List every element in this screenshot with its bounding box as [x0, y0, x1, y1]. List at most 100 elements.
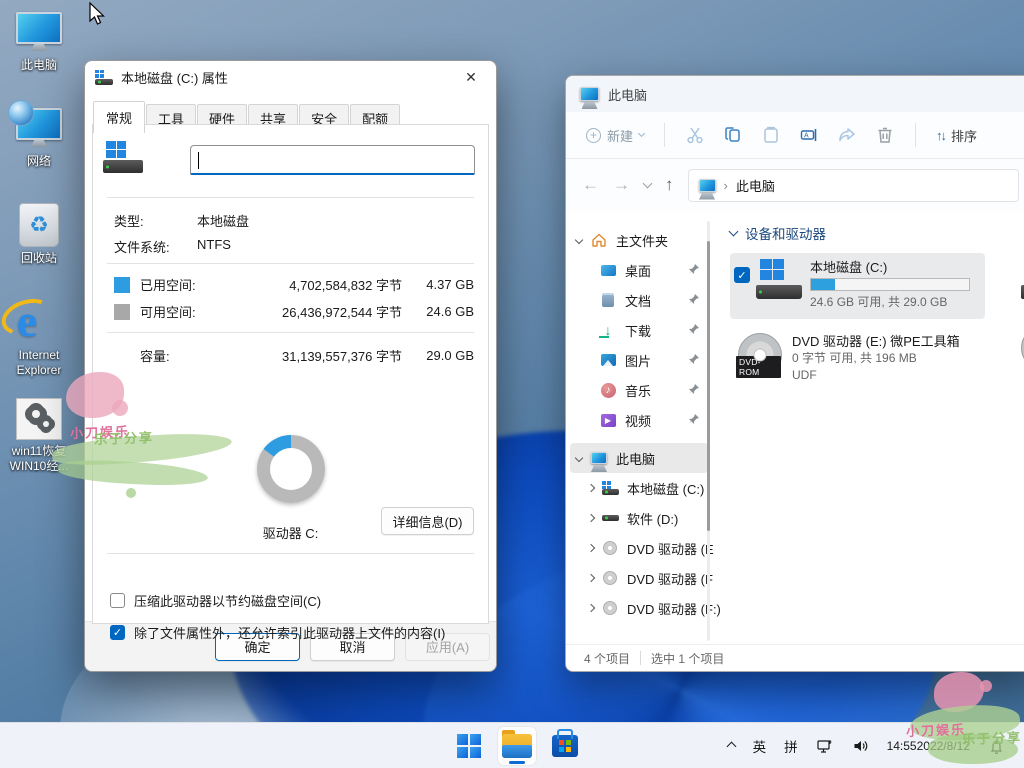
rename-icon: A	[799, 125, 819, 145]
chevron-down-icon[interactable]	[575, 236, 583, 244]
tree-item-dvd-f[interactable]: DVD 驱动器 (F	[566, 563, 712, 593]
explorer-window: 此电脑 + 新建 A	[565, 75, 1024, 672]
used-color-swatch	[114, 277, 130, 293]
delete-button[interactable]	[869, 121, 901, 149]
chevron-right-icon[interactable]	[587, 604, 595, 612]
forward-button[interactable]: →	[613, 175, 630, 195]
status-selected-count: 选中 1 个项目	[651, 650, 724, 667]
details-button[interactable]: 详细信息(D)	[381, 507, 474, 535]
up-button[interactable]: ↑	[665, 175, 674, 195]
rename-button[interactable]: A	[793, 121, 825, 149]
local-disk-icon	[601, 479, 619, 497]
sort-button[interactable]: ↑↓ 排序	[930, 122, 983, 149]
tray-clock[interactable]: 14:55 2022/8/12	[879, 723, 978, 768]
status-item-count: 4 个项目	[584, 650, 630, 667]
tree-item-desktop[interactable]: 桌面	[566, 255, 712, 285]
drive-item-c[interactable]: ✓ 本地磁盘 (C:) 24.6 GB 可用, 共 29.0 GB	[730, 253, 985, 319]
tree-item-this-pc[interactable]: 此电脑	[570, 443, 708, 473]
taskbar-file-explorer[interactable]	[498, 727, 536, 765]
tree-item-drive-d[interactable]: 软件 (D:)	[566, 503, 712, 533]
nav-pane-scrollbar[interactable]	[707, 221, 710, 641]
chevron-right-icon[interactable]	[587, 544, 595, 552]
selected-checkbox[interactable]: ✓	[734, 267, 750, 283]
network-icon	[16, 108, 62, 150]
desktop-icon-win11-restore[interactable]: win11恢复WIN10经...	[3, 398, 75, 474]
close-button[interactable]: ✕	[456, 65, 486, 89]
svg-text:z: z	[995, 739, 999, 746]
share-icon	[837, 125, 857, 145]
chevron-down-icon[interactable]	[575, 454, 583, 462]
explorer-nav-pane: 主文件夹 桌面 文档 ↓ 下载	[566, 211, 712, 644]
drive-name: DVD 驱动器 (E:) 微PE工具箱	[792, 333, 960, 350]
chevron-right-icon[interactable]	[587, 574, 595, 582]
chevron-right-icon[interactable]	[587, 484, 595, 492]
home-icon	[590, 231, 608, 249]
paste-button[interactable]	[755, 121, 787, 149]
volume-label-input[interactable]	[190, 145, 475, 175]
local-disk-icon	[756, 259, 802, 299]
index-checkbox-row[interactable]: ✓ 除了文件属性外，还允许索引此驱动器上文件的内容(I)	[110, 623, 445, 642]
filesystem-row: 文件系统:NTFS	[114, 237, 474, 256]
properties-dialog: 本地磁盘 (C:) 属性 ✕ 常规 工具 硬件 共享 安全 配额 类型:本地磁盘…	[84, 60, 497, 672]
type-row: 类型:本地磁盘	[114, 211, 474, 230]
explorer-titlebar[interactable]: 此电脑	[566, 76, 1024, 112]
checkbox-checked[interactable]: ✓	[110, 625, 125, 640]
desktop-icon-label: 回收站	[3, 251, 75, 266]
recycle-bin-icon: ♻	[3, 203, 75, 247]
desktop-icon-this-pc[interactable]: 此电脑	[3, 12, 75, 73]
notification-bell-icon[interactable]: z	[978, 723, 1018, 768]
dvd-icon	[601, 569, 619, 587]
network-icon[interactable]	[807, 723, 843, 768]
drive-item-dvd-e[interactable]: DVD-ROM DVD 驱动器 (E:) 微PE工具箱 0 字节 可用, 共 1…	[730, 333, 1024, 384]
music-icon: ♪	[599, 381, 617, 399]
chevron-right-icon[interactable]	[587, 514, 595, 522]
share-button[interactable]	[831, 121, 863, 149]
checkbox-unchecked[interactable]	[110, 593, 125, 608]
new-button[interactable]: + 新建	[580, 122, 650, 149]
drive-info: 0 字节 可用, 共 196 MB	[792, 350, 960, 367]
status-divider	[640, 651, 641, 665]
desktop-icon-internet-explorer[interactable]: e Internet Explorer	[3, 296, 75, 378]
tray-chevron-up[interactable]	[719, 723, 744, 768]
breadcrumb-item[interactable]: 此电脑	[736, 176, 775, 195]
this-pc-icon	[580, 87, 599, 101]
tree-item-home[interactable]: 主文件夹	[566, 225, 712, 255]
capacity-row: 容量: 31,139,557,376 字节 29.0 GB	[114, 346, 474, 365]
desktop-icon-network[interactable]: 网络	[3, 108, 75, 169]
taskbar-microsoft-store[interactable]	[546, 727, 584, 765]
tab-general[interactable]: 常规	[93, 101, 145, 133]
tree-item-videos[interactable]: ▶ 视频	[566, 405, 712, 435]
toolbar-divider	[915, 123, 916, 147]
breadcrumb[interactable]: › 此电脑	[688, 169, 1020, 202]
volume-icon[interactable]	[843, 723, 879, 768]
used-space-row: 已用空间: 4,702,584,832 字节 4.37 GB	[114, 275, 474, 294]
tree-item-drive-c[interactable]: 本地磁盘 (C:)	[566, 473, 712, 503]
copy-button[interactable]	[717, 121, 749, 149]
dialog-titlebar[interactable]: 本地磁盘 (C:) 属性 ✕	[85, 61, 496, 93]
download-icon: ↓	[599, 321, 617, 339]
chevron-down-icon	[729, 227, 739, 237]
history-chevron-icon[interactable]	[643, 179, 653, 189]
tree-item-dvd-e[interactable]: DVD 驱动器 (E	[566, 533, 712, 563]
text-caret	[198, 152, 199, 169]
tree-item-documents[interactable]: 文档	[566, 285, 712, 315]
internet-explorer-icon: e	[3, 296, 75, 344]
tree-item-dvd-f2[interactable]: DVD 驱动器 (F:)	[566, 593, 712, 623]
section-devices-and-drives[interactable]: 设备和驱动器	[730, 223, 1024, 243]
ime-language-en[interactable]: 英	[744, 723, 776, 768]
cut-button[interactable]	[679, 121, 711, 149]
desktop-icon-recycle-bin[interactable]: ♻ 回收站	[3, 203, 75, 266]
copy-icon	[723, 125, 743, 145]
explorer-navigation-bar: ← → ↑ › 此电脑	[566, 159, 1024, 211]
start-button[interactable]	[450, 727, 488, 765]
ime-language-pinyin[interactable]: 拼	[775, 723, 807, 768]
cut-icon	[685, 125, 705, 145]
pictures-icon	[599, 351, 617, 369]
tree-item-music[interactable]: ♪ 音乐	[566, 375, 712, 405]
back-button[interactable]: ←	[582, 175, 599, 195]
tree-item-downloads[interactable]: ↓ 下载	[566, 315, 712, 345]
compress-checkbox-row[interactable]: 压缩此驱动器以节约磁盘空间(C)	[110, 591, 321, 610]
disk-usage-donut-chart	[257, 435, 325, 503]
free-space-row: 可用空间: 26,436,972,544 字节 24.6 GB	[114, 302, 474, 321]
tree-item-pictures[interactable]: 图片	[566, 345, 712, 375]
